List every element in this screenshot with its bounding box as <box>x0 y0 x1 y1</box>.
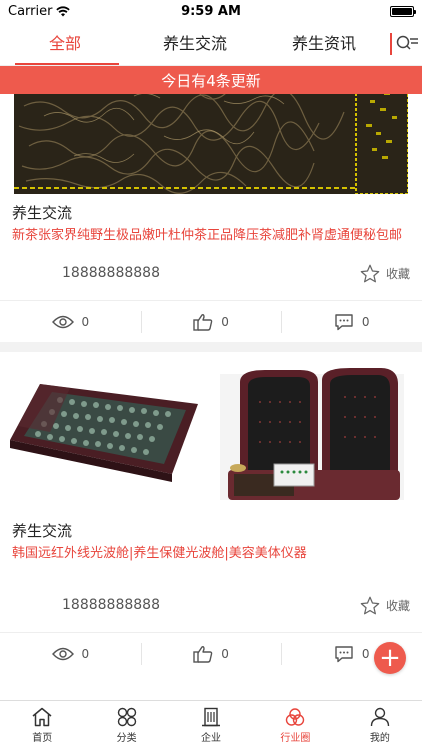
tab-health-exchange[interactable]: 养生交流 <box>130 22 260 66</box>
post-meta: 18888888888 收藏 <box>0 590 422 620</box>
post-actions: 0 0 0 <box>0 632 422 674</box>
likes-count: 0 <box>221 314 229 329</box>
eye-icon <box>51 315 74 328</box>
jade-mat-image[interactable] <box>0 362 210 512</box>
status-right <box>294 5 416 17</box>
status-time: 9:59 AM <box>181 3 241 19</box>
like-button[interactable]: 0 <box>140 301 282 342</box>
views-button[interactable]: 0 <box>0 633 141 674</box>
comment-icon <box>335 645 353 662</box>
favorite-label: 收藏 <box>385 266 410 281</box>
light-wave-cabin-image[interactable] <box>210 362 412 512</box>
feed-list[interactable]: 养生交流 新茶张家界纯野生极品嫩叶杜仲茶正品降压茶减肥补肾虚通便秘包邮 1888… <box>0 66 422 706</box>
eye-icon <box>51 647 74 660</box>
wifi-icon <box>56 5 71 16</box>
favorite-label: 收藏 <box>385 598 410 613</box>
post-card[interactable]: 养生交流 新茶张家界纯野生极品嫩叶杜仲茶正品降压茶减肥补肾虚通便秘包邮 1888… <box>0 66 422 342</box>
nav-industry-circle[interactable]: 行业圈 <box>253 701 337 750</box>
post-category: 养生交流 <box>12 204 73 222</box>
thumbs-up-icon <box>193 313 213 331</box>
post-description[interactable]: 韩国远红外线光波舱|养生保健光波舱|美容美体仪器 <box>0 545 422 562</box>
favorite-button[interactable]: 收藏 <box>360 264 410 283</box>
home-icon <box>32 707 52 727</box>
user-icon <box>370 707 390 727</box>
post-description[interactable]: 新茶张家界纯野生极品嫩叶杜仲茶正品降压茶减肥补肾虚通便秘包邮 <box>0 227 422 244</box>
views-count: 0 <box>81 646 90 661</box>
active-tab-underline <box>15 63 119 65</box>
post-category: 养生交流 <box>12 522 73 540</box>
tab-health-news[interactable]: 养生资讯 <box>260 22 388 66</box>
favorite-button[interactable]: 收藏 <box>360 596 410 615</box>
status-left: Carrier <box>8 4 128 19</box>
update-banner[interactable]: 今日有4条更新 <box>0 66 422 94</box>
status-bar: Carrier 9:59 AM <box>0 0 422 22</box>
search-icon <box>396 35 418 50</box>
star-icon <box>360 596 380 614</box>
post-card[interactable]: 养生交流 韩国远红外线光波舱|养生保健光波舱|美容美体仪器 1888888888… <box>0 362 422 674</box>
nav-enterprise-label: 企业 <box>201 733 222 744</box>
post-images <box>0 362 422 512</box>
card-separator <box>0 342 422 352</box>
nav-profile[interactable]: 我的 <box>338 701 422 750</box>
post-phone[interactable]: 18888888888 <box>62 597 160 613</box>
search-button[interactable] <box>392 22 422 66</box>
post-phone[interactable]: 18888888888 <box>62 265 160 281</box>
like-button[interactable]: 0 <box>140 633 282 674</box>
post-actions: 0 0 0 <box>0 300 422 342</box>
views-button[interactable]: 0 <box>0 301 141 342</box>
top-tabs: 全部 养生交流 养生资讯 <box>0 22 422 66</box>
nav-home-label: 首页 <box>32 733 53 744</box>
add-post-button[interactable]: + <box>374 642 406 674</box>
plus-icon: + <box>379 643 401 673</box>
battery-icon <box>389 5 416 17</box>
comments-count: 0 <box>361 314 370 329</box>
views-count: 0 <box>81 314 90 329</box>
comment-button[interactable]: 0 <box>281 301 422 342</box>
nav-home[interactable]: 首页 <box>0 701 84 750</box>
nav-enterprise[interactable]: 企业 <box>169 701 253 750</box>
star-icon <box>360 264 380 282</box>
comments-count: 0 <box>361 646 370 661</box>
thumbs-up-icon <box>193 645 213 663</box>
nav-industry-circle-label: 行业圈 <box>280 733 311 744</box>
post-meta: 18888888888 收藏 <box>0 258 422 288</box>
tab-all[interactable]: 全部 <box>0 22 130 66</box>
category-icon <box>117 707 136 727</box>
nav-category-label: 分类 <box>116 733 137 744</box>
carrier-label: Carrier <box>8 3 53 19</box>
bottom-nav: 首页 分类 企业 行业圈 我的 <box>0 700 422 750</box>
battery-fill <box>391 7 412 15</box>
nav-profile-label: 我的 <box>369 733 390 744</box>
comment-icon <box>335 313 353 330</box>
building-icon <box>202 707 221 727</box>
nav-category[interactable]: 分类 <box>84 701 168 750</box>
likes-count: 0 <box>221 646 229 661</box>
circles-icon <box>286 708 305 726</box>
